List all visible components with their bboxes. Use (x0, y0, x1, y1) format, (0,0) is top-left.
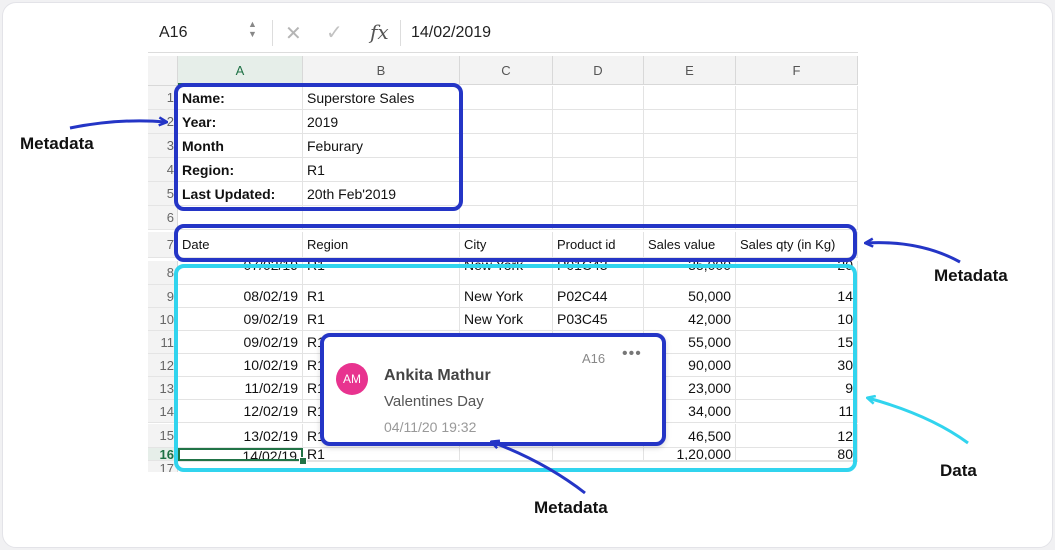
arrow-bottom-metadata (492, 442, 586, 495)
label-metadata-right: Metadata (934, 266, 1008, 285)
arrow-right-metadata (866, 243, 961, 264)
annotation-arrows (69, 0, 969, 495)
arrow-data (868, 398, 969, 445)
label-metadata-left: Metadata (20, 134, 94, 153)
label-metadata-bottom: Metadata (534, 498, 608, 517)
arrow-left-metadata (69, 121, 166, 130)
label-data: Data (940, 461, 977, 480)
